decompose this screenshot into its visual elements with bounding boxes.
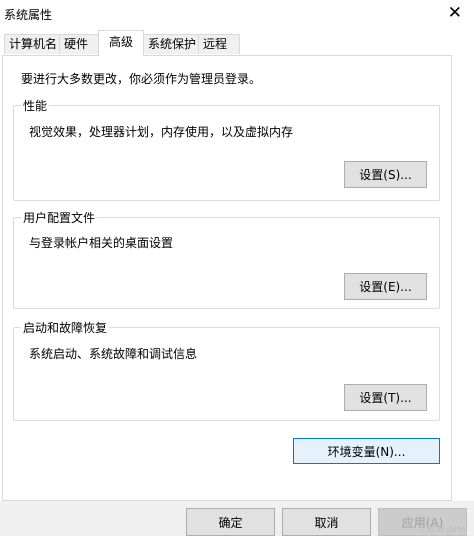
ok-button[interactable]: 确定 [186, 508, 275, 536]
performance-group: 性能 视觉效果，处理器计划，内存使用，以及虚拟内存 设置(S)... [13, 97, 440, 201]
close-icon[interactable]: ✕ [448, 3, 462, 23]
watermark: CSDN @HA [421, 525, 466, 534]
window-title: 系统属性 [4, 8, 53, 22]
tab-bar: 计算机名 硬件 高级 系统保护 远程 [0, 28, 474, 56]
tab-advanced[interactable]: 高级 [98, 30, 144, 56]
title-bar: 系统属性 ✕ [0, 0, 474, 28]
tab-system-protection[interactable]: 系统保护 [143, 34, 199, 54]
startup-recovery-desc: 系统启动、系统故障和调试信息 [29, 347, 198, 361]
performance-title: 性能 [21, 97, 50, 114]
startup-recovery-group: 启动和故障恢复 系统启动、系统故障和调试信息 设置(T)... [13, 319, 440, 421]
startup-recovery-title: 启动和故障恢复 [21, 319, 110, 336]
admin-notice: 要进行大多数更改，你必须作为管理员登录。 [21, 72, 262, 86]
cancel-button[interactable]: 取消 [282, 508, 371, 536]
performance-desc: 视觉效果，处理器计划，内存使用，以及虚拟内存 [29, 125, 294, 139]
environment-variables-button[interactable]: 环境变量(N)... [293, 438, 440, 464]
user-profiles-desc: 与登录帐户相关的桌面设置 [29, 236, 174, 250]
performance-settings-button[interactable]: 设置(S)... [344, 161, 427, 188]
user-profiles-group: 用户配置文件 与登录帐户相关的桌面设置 设置(E)... [13, 209, 440, 309]
tab-remote[interactable]: 远程 [198, 34, 240, 54]
startup-recovery-settings-button[interactable]: 设置(T)... [344, 384, 427, 411]
user-profiles-settings-button[interactable]: 设置(E)... [344, 273, 427, 300]
dialog-footer: 确定 取消 应用(A) CSDN @HA [0, 501, 474, 536]
user-profiles-title: 用户配置文件 [21, 209, 98, 226]
tab-hardware[interactable]: 硬件 [59, 34, 99, 54]
tab-computer-name[interactable]: 计算机名 [4, 34, 60, 54]
